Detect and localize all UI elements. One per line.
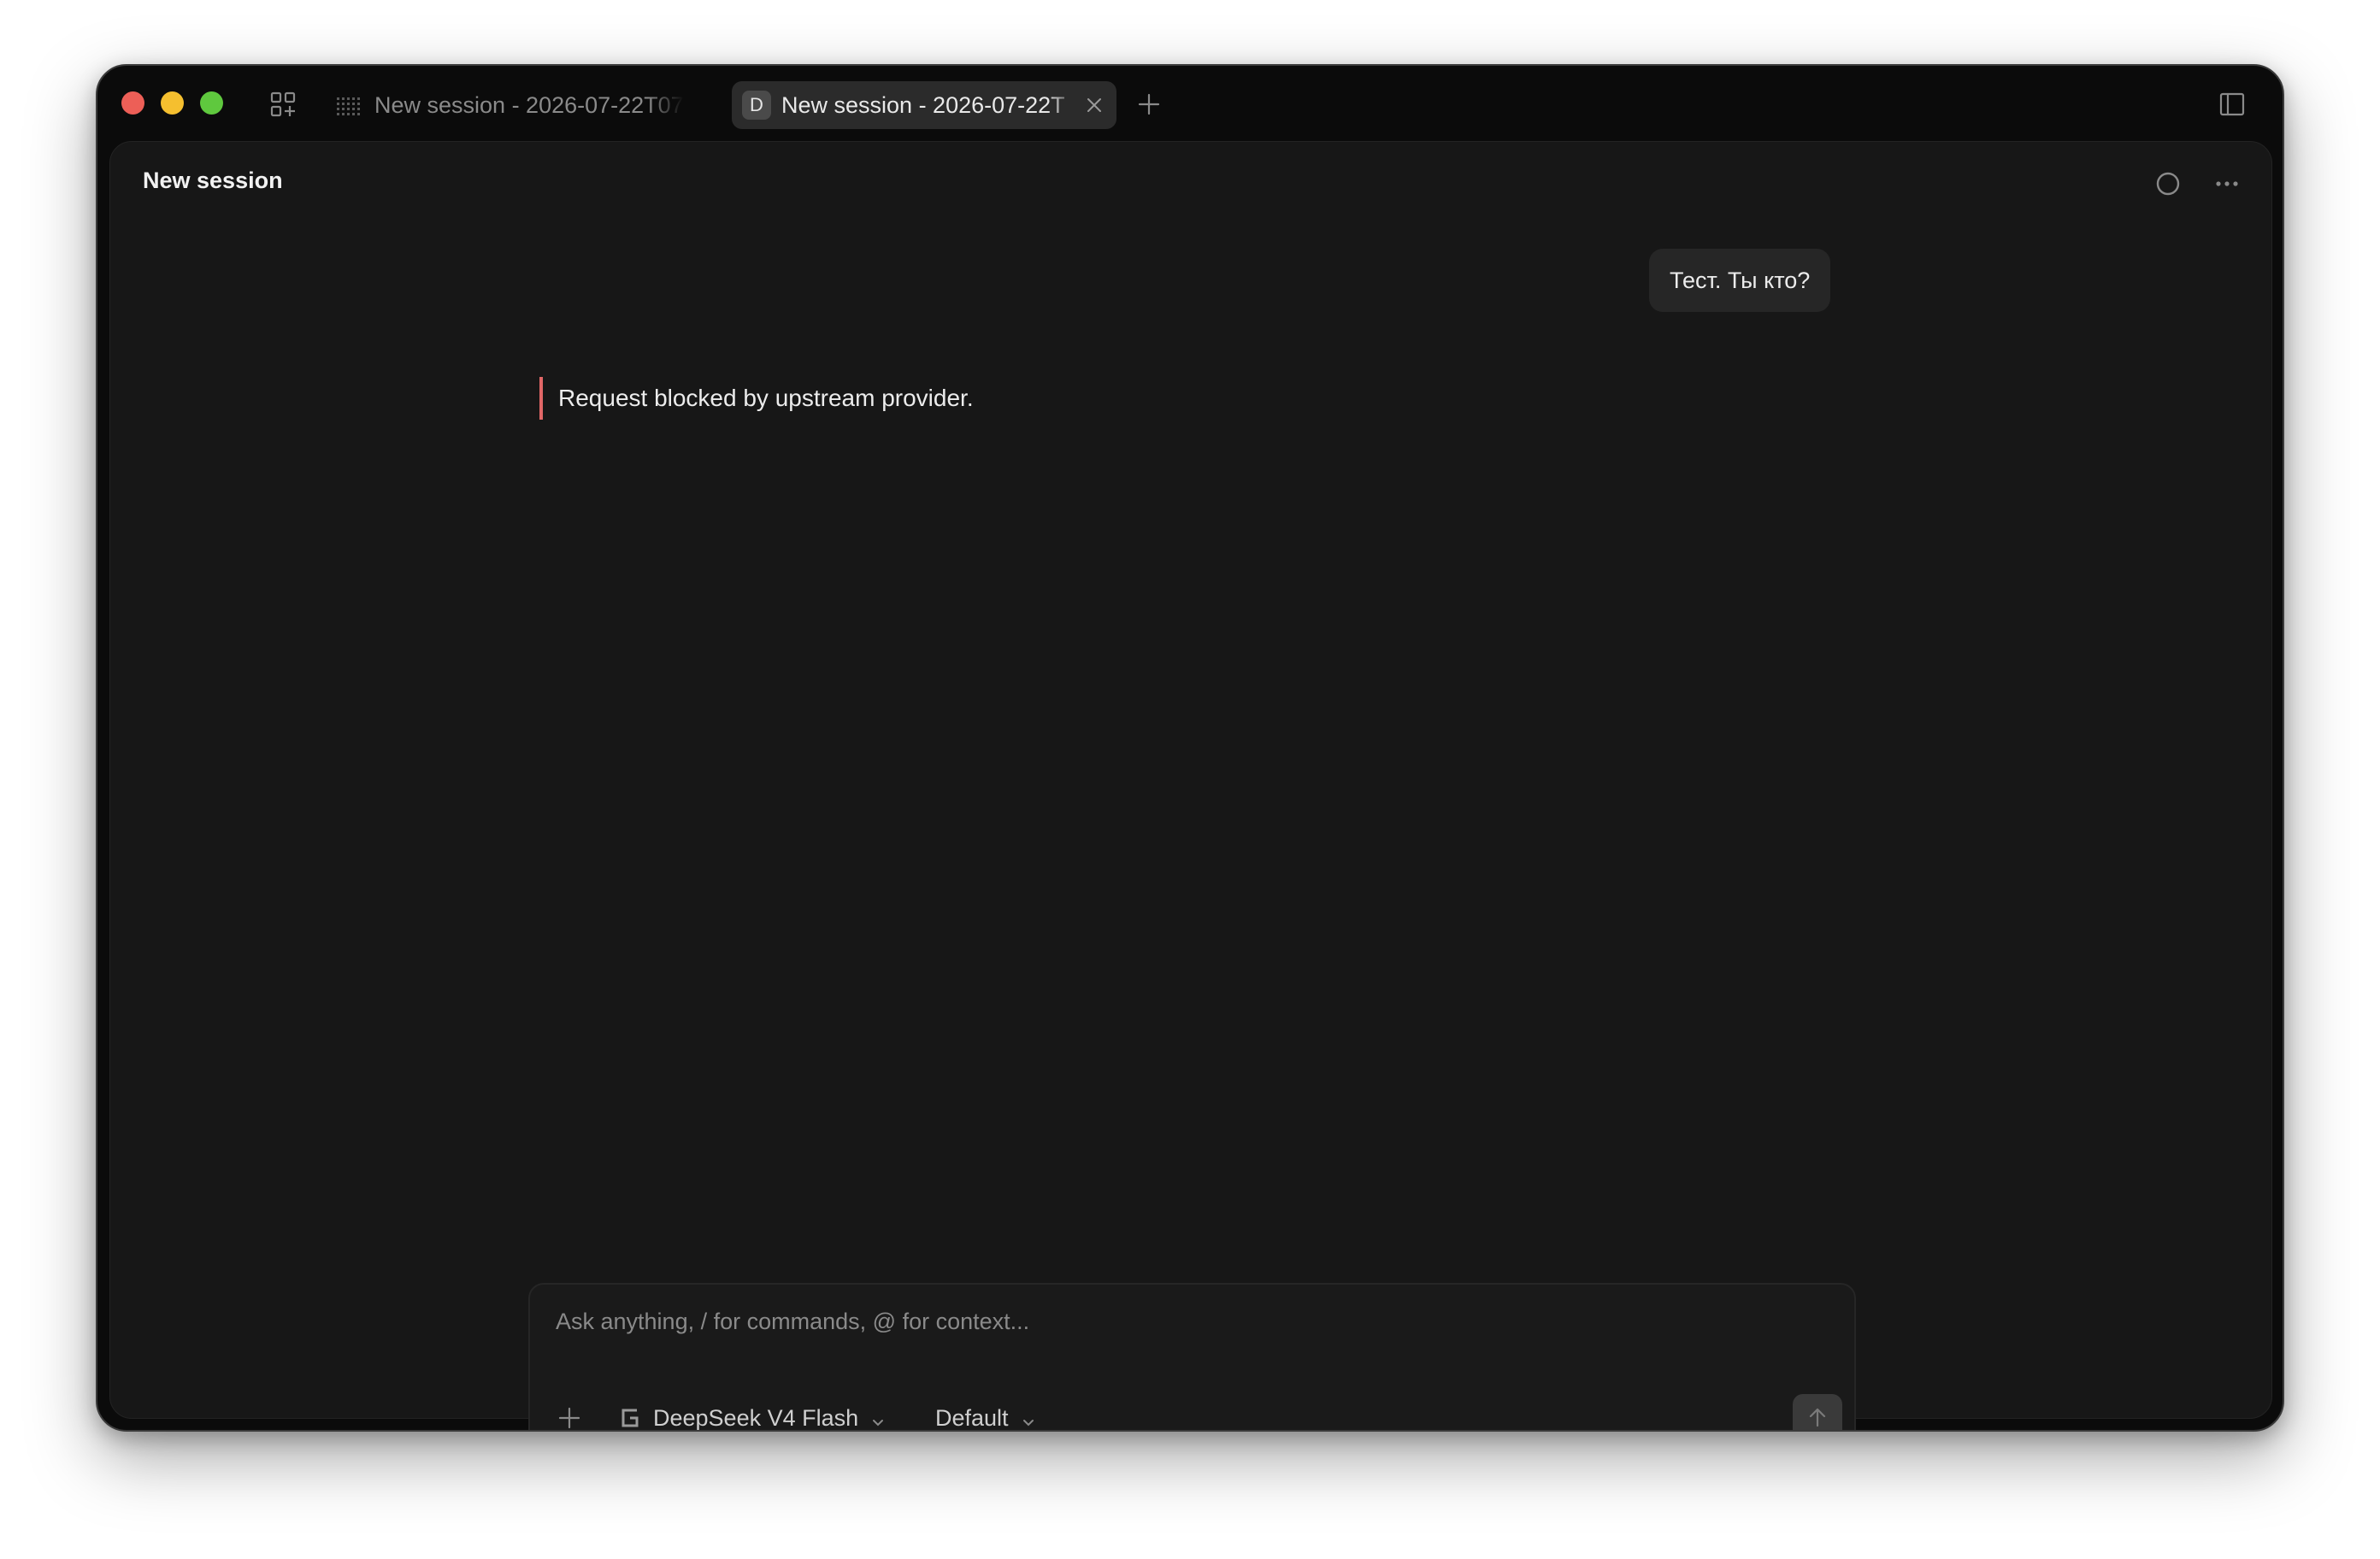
page-title: New session [143, 168, 283, 193]
minimize-window-button[interactable] [161, 91, 184, 115]
circle-icon[interactable] [2153, 169, 2183, 198]
composer: DeepSeek V4 Flash Default [528, 1283, 1856, 1431]
tab-session-1[interactable]: New session - 2026-07-22T07 [335, 81, 795, 129]
plus-icon[interactable] [556, 1404, 583, 1430]
app-window: New session - 2026-07-22T07 D New sessio… [96, 64, 2284, 1432]
model-label: DeepSeek V4 Flash [653, 1404, 859, 1431]
chevron-down-icon [870, 1410, 886, 1427]
sidebar-toggle-icon[interactable] [2218, 90, 2247, 119]
tab-session-2[interactable]: D New session - 2026-07-22T [732, 81, 1116, 129]
ellipsis-icon[interactable] [2210, 169, 2244, 198]
send-button[interactable] [1793, 1394, 1842, 1431]
arrow-up-icon [1806, 1405, 1829, 1431]
grid-add-icon[interactable] [270, 91, 296, 117]
g-logo-icon [619, 1406, 641, 1430]
close-window-button[interactable] [121, 91, 144, 115]
dot-grid-icon [335, 92, 361, 118]
mode-selector[interactable]: Default [935, 1401, 1036, 1431]
plus-icon[interactable] [1134, 90, 1163, 119]
tab-label: New session - 2026-07-22T [781, 91, 1065, 118]
title-bar: New session - 2026-07-22T07 D New sessio… [97, 66, 2283, 141]
tab-label: New session - 2026-07-22T07 [374, 91, 684, 118]
tab-badge: D [742, 91, 771, 120]
chat-input[interactable] [556, 1309, 1821, 1335]
main-content: New session Тест. Ты кто? Request blocke… [109, 141, 2272, 1430]
model-selector[interactable]: DeepSeek V4 Flash [619, 1401, 886, 1431]
maximize-window-button[interactable] [200, 91, 223, 115]
error-message: Request blocked by upstream provider. [539, 377, 974, 420]
mode-label: Default [935, 1404, 1009, 1431]
user-message: Тест. Ты кто? [1649, 249, 1831, 312]
close-icon[interactable] [1077, 88, 1111, 122]
chevron-down-icon [1021, 1410, 1036, 1427]
